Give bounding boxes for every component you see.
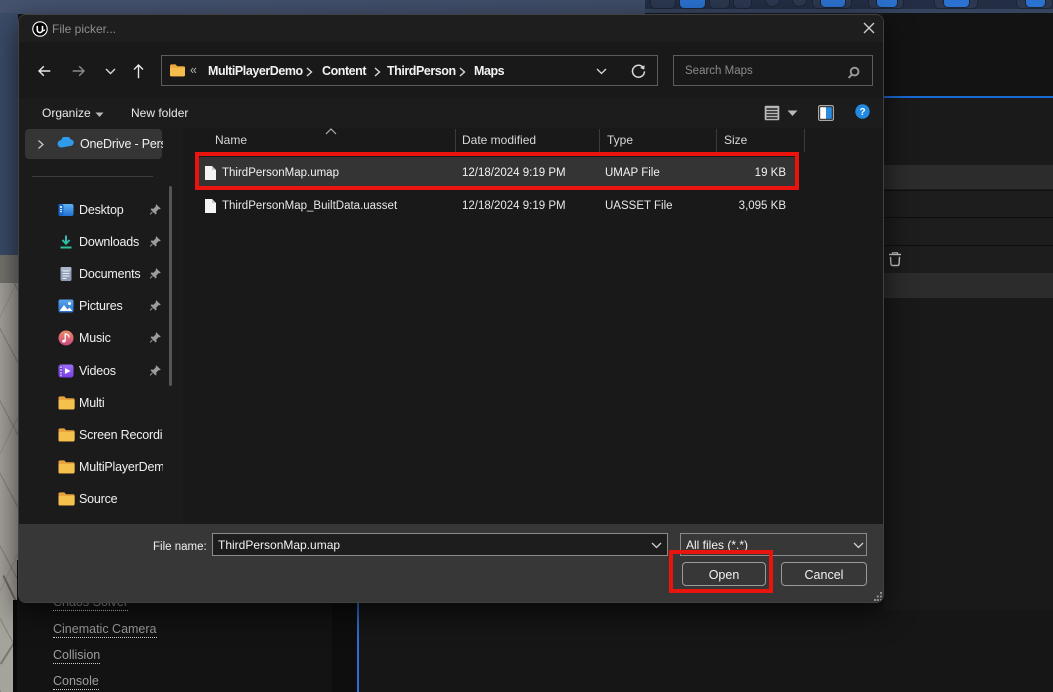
svg-text:?: ?: [859, 107, 865, 118]
